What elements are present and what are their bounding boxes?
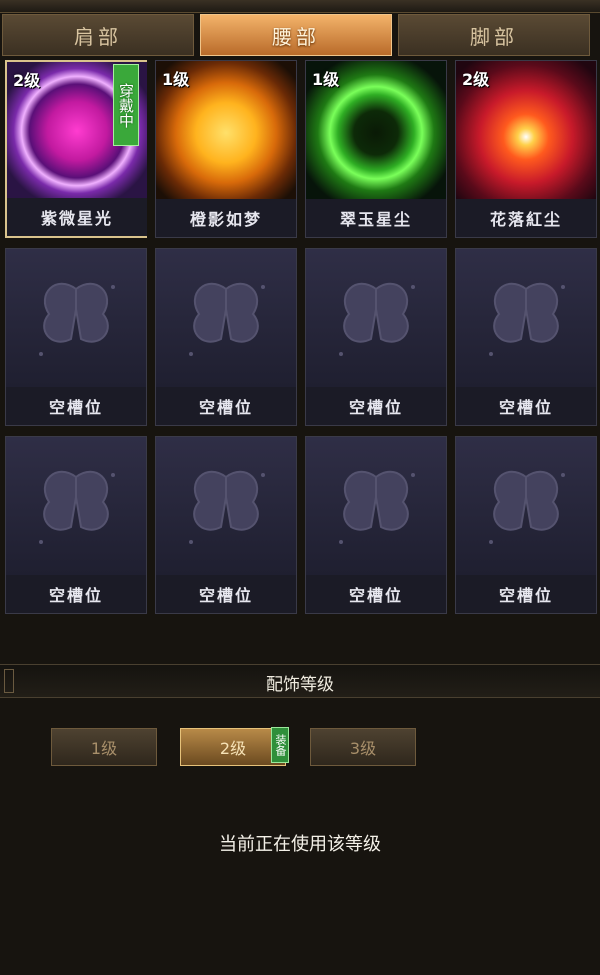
butterfly-icon: [39, 282, 115, 356]
slot-label: 空槽位: [156, 387, 296, 425]
butterfly-icon: [39, 470, 115, 544]
accessory-card-chengying[interactable]: 1级 橙影如梦: [155, 60, 297, 238]
tab-foot[interactable]: 脚部: [398, 14, 590, 56]
butterfly-icon: [489, 282, 565, 356]
level-label: 2级: [13, 71, 41, 90]
level-2-label: 2级: [219, 739, 247, 758]
level-panel-header: 配饰等级: [0, 664, 600, 698]
empty-slot[interactable]: 空槽位: [5, 248, 147, 426]
level-2-button[interactable]: 2级 装备: [180, 727, 289, 766]
butterfly-icon: [189, 282, 265, 356]
slot-label: 空槽位: [306, 575, 446, 613]
accessory-card-hualuo[interactable]: 2级 花落紅尘: [455, 60, 597, 238]
item-name: 翠玉星尘: [306, 199, 446, 237]
butterfly-icon: [489, 470, 565, 544]
slot-tabs: 肩部 腰部 脚部: [0, 14, 600, 58]
level-label: 1级: [312, 70, 340, 89]
window-top-frame: [0, 0, 600, 13]
empty-slot[interactable]: 空槽位: [5, 436, 147, 614]
slot-label: 空槽位: [306, 387, 446, 425]
accessory-card-cuiyu[interactable]: 1级 翠玉星尘: [305, 60, 447, 238]
item-name: 橙影如梦: [156, 199, 296, 237]
butterfly-icon: [339, 282, 415, 356]
empty-slot[interactable]: 空槽位: [155, 436, 297, 614]
level-label: 2级: [462, 70, 490, 89]
level-1-button[interactable]: 1级: [51, 728, 157, 766]
empty-slot[interactable]: 空槽位: [305, 248, 447, 426]
level-3-button[interactable]: 3级: [310, 728, 416, 766]
level-panel-title: 配饰等级: [266, 674, 334, 695]
level-status-text: 当前正在使用该等级: [219, 834, 381, 855]
level-3-label: 3级: [349, 739, 377, 758]
wearing-badge: 穿戴中: [113, 64, 139, 146]
slot-label: 空槽位: [456, 387, 596, 425]
slot-label: 空槽位: [156, 575, 296, 613]
accessory-card-ziwei[interactable]: 2级 穿戴中 紫微星光: [5, 60, 147, 238]
item-name: 紫微星光: [7, 198, 147, 236]
empty-slot[interactable]: 空槽位: [155, 248, 297, 426]
slot-label: 空槽位: [6, 575, 146, 613]
empty-slot[interactable]: 空槽位: [305, 436, 447, 614]
butterfly-icon: [339, 470, 415, 544]
equip-badge: 装备: [271, 727, 289, 763]
butterfly-icon: [189, 470, 265, 544]
tab-shoulder[interactable]: 肩部: [2, 14, 194, 56]
slot-label: 空槽位: [456, 575, 596, 613]
item-name: 花落紅尘: [456, 199, 596, 237]
level-1-label: 1级: [90, 739, 118, 758]
tab-waist[interactable]: 腰部: [200, 14, 392, 56]
empty-slot[interactable]: 空槽位: [455, 248, 597, 426]
empty-slot[interactable]: 空槽位: [455, 436, 597, 614]
level-label: 1级: [162, 70, 190, 89]
slot-label: 空槽位: [6, 387, 146, 425]
